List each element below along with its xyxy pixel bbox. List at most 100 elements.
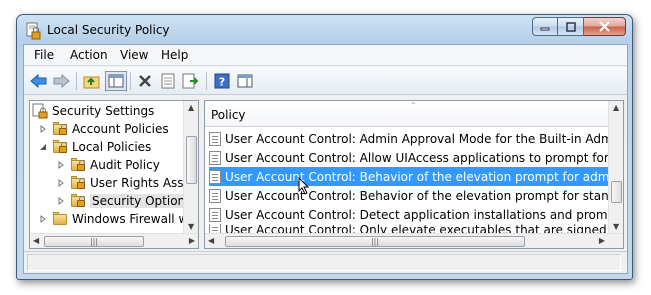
properties-button[interactable] <box>157 71 179 91</box>
status-cell <box>27 254 621 271</box>
scroll-right-arrow-icon[interactable]: ▶ <box>189 236 195 245</box>
list-horizontal-scrollbar[interactable]: ◀ ||| ▶ <box>205 233 623 248</box>
tree-item-label: Security Settings <box>52 104 155 118</box>
scroll-left-arrow-icon[interactable]: ◀ <box>33 236 39 245</box>
locked-folder-icon <box>70 157 86 173</box>
tree-item-label: Security Options <box>90 194 194 208</box>
tree-item-label: User Rights Assig <box>90 176 195 190</box>
toolbar-separator <box>206 72 207 90</box>
scroll-thumb[interactable]: ||| <box>44 236 144 247</box>
help-icon: ? <box>214 73 230 89</box>
tree-item-account-policies[interactable]: Account Policies <box>38 120 169 138</box>
folder-icon <box>52 211 68 227</box>
minimize-button[interactable] <box>532 17 558 36</box>
tree-item-audit-policy[interactable]: Audit Policy <box>56 156 160 174</box>
locked-folder-icon <box>52 139 68 155</box>
scroll-down-arrow-icon[interactable]: ▼ <box>188 222 194 231</box>
sort-ascending-icon: ⌃ <box>410 101 417 110</box>
tree-item-windows-firewall[interactable]: Windows Firewall w <box>38 210 188 228</box>
policy-column-header[interactable]: ⌃ Policy <box>205 101 608 127</box>
collapse-arrow-icon[interactable] <box>38 142 48 152</box>
toolbar: ? <box>24 67 627 95</box>
policy-row[interactable]: User Account Control: Behavior of the el… <box>209 186 608 205</box>
show-hide-tree-button[interactable] <box>105 71 127 91</box>
show-hide-action-pane-icon <box>237 74 253 88</box>
forward-button[interactable] <box>50 71 72 91</box>
policy-label: User Account Control: Allow UIAccess app… <box>225 150 608 165</box>
policy-icon <box>209 150 221 165</box>
locked-folder-icon <box>52 121 68 137</box>
policy-label: User Account Control: Behavior of the el… <box>225 169 608 184</box>
scroll-up-arrow-icon[interactable]: ▲ <box>188 103 194 112</box>
toolbar-separator <box>130 72 131 90</box>
tree-item-user-rights-assignment[interactable]: User Rights Assig <box>56 174 195 192</box>
tree-item-label: Local Policies <box>72 140 152 154</box>
list-vertical-scrollbar[interactable]: ▲ ▼ <box>608 101 623 233</box>
menu-file[interactable]: File <box>34 48 54 62</box>
tree-item-local-policies[interactable]: Local Policies <box>38 138 151 156</box>
tree-item-security-settings[interactable]: Security Settings <box>32 102 154 120</box>
maximize-icon <box>565 21 576 32</box>
menu-help[interactable]: Help <box>161 48 188 62</box>
policy-row[interactable]: User Account Control: Allow UIAccess app… <box>209 148 608 167</box>
locked-folder-icon <box>70 193 86 209</box>
expand-arrow-icon[interactable] <box>56 196 66 206</box>
policy-row-selected[interactable]: User Account Control: Behavior of the el… <box>209 167 608 186</box>
policy-label: User Account Control: Behavior of the el… <box>225 188 608 203</box>
tree-item-security-options[interactable]: Security Options <box>56 192 194 210</box>
column-header-label: Policy <box>211 108 246 122</box>
scroll-thumb[interactable] <box>186 136 197 184</box>
policy-icon <box>209 188 221 203</box>
up-folder-icon <box>83 76 100 89</box>
help-button[interactable]: ? <box>211 71 233 91</box>
caption-buttons <box>532 17 626 36</box>
close-icon <box>599 21 610 32</box>
policy-label: User Account Control: Detect application… <box>225 207 608 222</box>
scroll-right-arrow-icon[interactable]: ▶ <box>599 236 605 245</box>
security-policy-icon <box>25 22 41 40</box>
policy-label: User Account Control: Admin Approval Mod… <box>225 131 608 146</box>
export-list-button[interactable] <box>180 71 202 91</box>
mouse-cursor-icon <box>298 177 310 195</box>
show-hide-tree-icon <box>108 74 124 88</box>
client-area: File Action View Help ? Security Setting… <box>23 44 628 274</box>
back-icon <box>30 73 47 89</box>
main-window: Local Security Policy File Action View H… <box>16 14 633 280</box>
up-folder-button[interactable] <box>81 71 103 91</box>
tree-vertical-scrollbar[interactable]: ▲ ▼ <box>183 101 198 233</box>
window-title: Local Security Policy <box>47 23 170 37</box>
expand-arrow-icon[interactable] <box>56 178 66 188</box>
expand-arrow-icon[interactable] <box>56 160 66 170</box>
forward-icon <box>53 73 70 89</box>
policy-icon <box>209 169 221 184</box>
scroll-down-arrow-icon[interactable]: ▼ <box>613 222 619 231</box>
close-button[interactable] <box>584 17 626 36</box>
properties-icon <box>161 73 175 89</box>
toolbar-separator <box>76 72 77 90</box>
scroll-up-arrow-icon[interactable]: ▲ <box>613 103 619 112</box>
scroll-thumb[interactable] <box>611 181 622 203</box>
title-bar[interactable]: Local Security Policy <box>17 15 632 45</box>
locked-folder-icon <box>70 175 86 191</box>
scroll-left-arrow-icon[interactable]: ◀ <box>208 236 214 245</box>
export-list-icon <box>182 73 199 89</box>
maximize-button[interactable] <box>558 17 584 36</box>
show-hide-action-pane-button[interactable] <box>234 71 256 91</box>
policy-list-pane: ⌃ Policy User Account Control: Admin App… <box>204 100 624 249</box>
tree-horizontal-scrollbar[interactable]: ◀ ||| ▶ <box>30 233 198 248</box>
policy-row[interactable]: User Account Control: Admin Approval Mod… <box>209 129 608 148</box>
policy-icon <box>209 207 221 222</box>
back-button[interactable] <box>28 71 50 91</box>
menu-action[interactable]: Action <box>70 48 108 62</box>
delete-button[interactable] <box>134 71 156 91</box>
tree-item-label: Account Policies <box>72 122 169 136</box>
minimize-icon <box>540 27 550 30</box>
menu-view[interactable]: View <box>120 48 148 62</box>
tree-pane: Security Settings Account Policies Local… <box>29 100 199 249</box>
expand-arrow-icon[interactable] <box>38 214 48 224</box>
tree-item-label: Windows Firewall w <box>72 212 189 226</box>
expand-arrow-icon[interactable] <box>38 124 48 134</box>
scroll-thumb[interactable]: ||| <box>225 236 525 247</box>
svg-text:?: ? <box>219 76 225 89</box>
policy-row[interactable]: User Account Control: Detect application… <box>209 205 608 224</box>
